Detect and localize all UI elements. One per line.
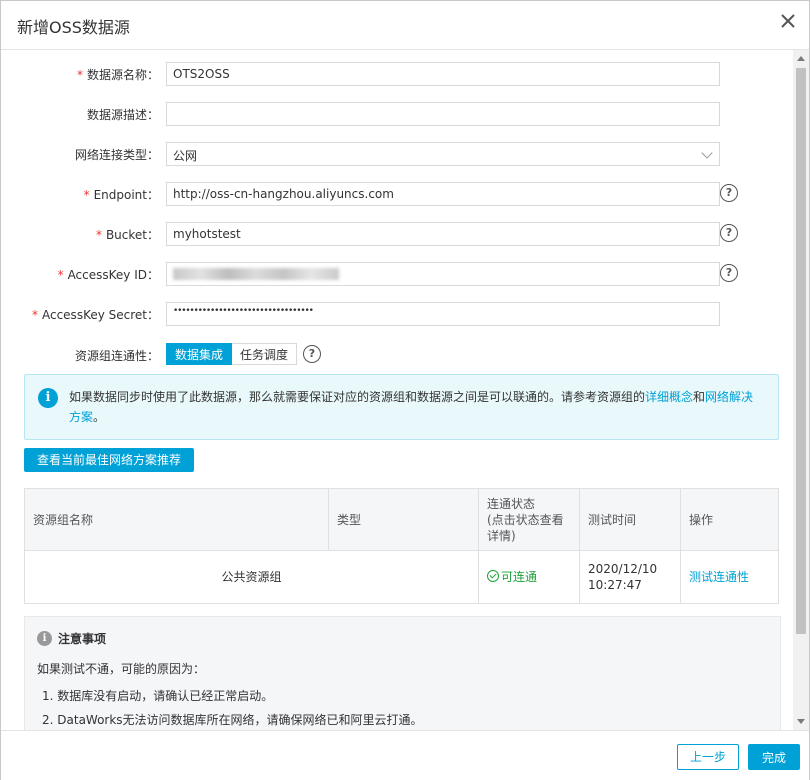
dialog-body: * 数据源名称： OTS2OSS 数据源描述： 网络连接类型： 公网 * Endpo… [1,50,793,730]
row-access-key-secret: * AccessKey Secret： •••••••••••••••••••••… [1,302,793,326]
vertical-scrollbar[interactable] [793,50,809,730]
name-label: * 数据源名称： [76,68,159,82]
notes-intro: 如果测试不通，可能的原因为： [37,662,206,676]
row-desc: 数据源描述： [1,102,793,126]
chevron-down-icon [701,147,713,159]
desc-label: 数据源描述： [86,108,159,122]
notes-panel: i 注意事项 如果测试不通，可能的原因为： 1. 数据库没有启动，请确认已经正常… [24,616,781,730]
dialog-title: 新增OSS数据源 [17,18,130,37]
bucket-input[interactable]: myhotstest [166,222,720,246]
col-header-status: 连通状态 (点击状态查看 详情) [478,488,580,551]
notice-text: 如果数据同步时使用了此数据源，那么就需要保证对应的资源组和数据源之间是可以联通的… [69,390,754,424]
required-mark: * [57,268,64,282]
row-bucket: * Bucket： myhotstest ? [1,222,793,246]
help-icon[interactable]: ? [720,224,738,242]
scroll-down-arrow-icon[interactable] [797,719,805,724]
col-header-type: 类型 [328,488,479,551]
row-resource-group: 资源组连通性： 数据集成 任务调度 ? [1,343,793,367]
col-header-name: 资源组名称 [24,488,329,551]
endpoint-label: * Endpoint： [83,188,159,202]
col-header-action: 操作 [680,488,779,551]
add-datasource-dialog: 新增OSS数据源 * 数据源名称： OTS2OSS 数据源描述： 网络连接类型： … [0,0,810,780]
link-detail-concept[interactable]: 详细概念 [645,390,693,404]
resource-group-toggle: 数据集成 任务调度 [166,343,298,365]
required-mark: * [83,188,90,202]
dialog-header: 新增OSS数据源 [1,1,809,50]
resource-group-label: 资源组连通性： [74,349,159,363]
cell-action: 测试连通性 [680,550,779,604]
tab-task-scheduling[interactable]: 任务调度 [232,343,298,365]
scroll-up-arrow-icon[interactable] [797,56,805,61]
name-input[interactable]: OTS2OSS [166,62,720,86]
required-mark: * [31,308,38,322]
desc-input[interactable] [166,102,720,126]
finish-button[interactable]: 完成 [748,744,800,770]
info-icon: i [37,631,52,646]
bucket-label: * Bucket： [95,228,159,242]
cell-test-time: 2020/12/10 10:27:47 [579,550,681,604]
table-header-row: 资源组名称 类型 连通状态 (点击状态查看 详情) 测试时间 操作 [24,488,779,551]
row-network: 网络连接类型： 公网 [1,142,793,166]
list-item: 2. DataWorks无法访问数据库所在网络，请确保网络已和阿里云打通。 [42,713,423,727]
list-item: 1. 数据库没有启动，请确认已经正常启动。 [42,689,274,703]
access-key-id-input[interactable] [166,262,720,286]
required-mark: * [76,68,83,82]
help-icon[interactable]: ? [720,264,738,282]
network-label: 网络连接类型： [74,148,159,162]
endpoint-input[interactable]: http://oss-cn-hangzhou.aliyuncs.com [166,182,720,206]
scroll-thumb[interactable] [796,68,806,634]
recommend-network-button[interactable]: 查看当前最佳网络方案推荐 [24,448,194,472]
tab-data-integration[interactable]: 数据集成 [166,343,233,365]
access-key-id-label: * AccessKey ID： [57,268,159,282]
access-key-secret-label: * AccessKey Secret： [31,308,159,322]
close-icon[interactable] [779,12,797,30]
info-icon: i [38,388,58,408]
info-notice: i 如果数据同步时使用了此数据源，那么就需要保证对应的资源组和数据源之间是可以联… [24,374,779,440]
check-circle-icon [487,570,499,582]
test-connectivity-link[interactable]: 测试连通性 [689,570,749,584]
col-header-time: 测试时间 [579,488,681,551]
cell-status[interactable]: 可连通 [478,550,580,604]
cell-group-name: 公共资源组 [24,550,479,604]
notes-title: 注意事项 [58,632,107,646]
redacted-value [173,268,339,280]
previous-step-button[interactable]: 上一步 [677,744,739,770]
resource-group-table: 资源组名称 类型 连通状态 (点击状态查看 详情) 测试时间 操作 公共资源组 … [24,488,779,604]
network-select[interactable]: 公网 [166,142,720,166]
dialog-footer: 上一步 完成 [1,730,809,780]
help-icon[interactable]: ? [303,345,321,363]
access-key-secret-input[interactable]: •••••••••••••••••••••••••••••••••• [166,302,720,326]
table-row: 公共资源组 可连通 2020/12/10 10:27:47 测试连通性 [24,550,779,604]
help-icon[interactable]: ? [720,184,738,202]
row-name: * 数据源名称： OTS2OSS [1,62,793,86]
required-mark: * [95,228,102,242]
row-endpoint: * Endpoint： http://oss-cn-hangzhou.aliyun… [1,182,793,206]
row-access-key-id: * AccessKey ID： ? [1,262,793,286]
